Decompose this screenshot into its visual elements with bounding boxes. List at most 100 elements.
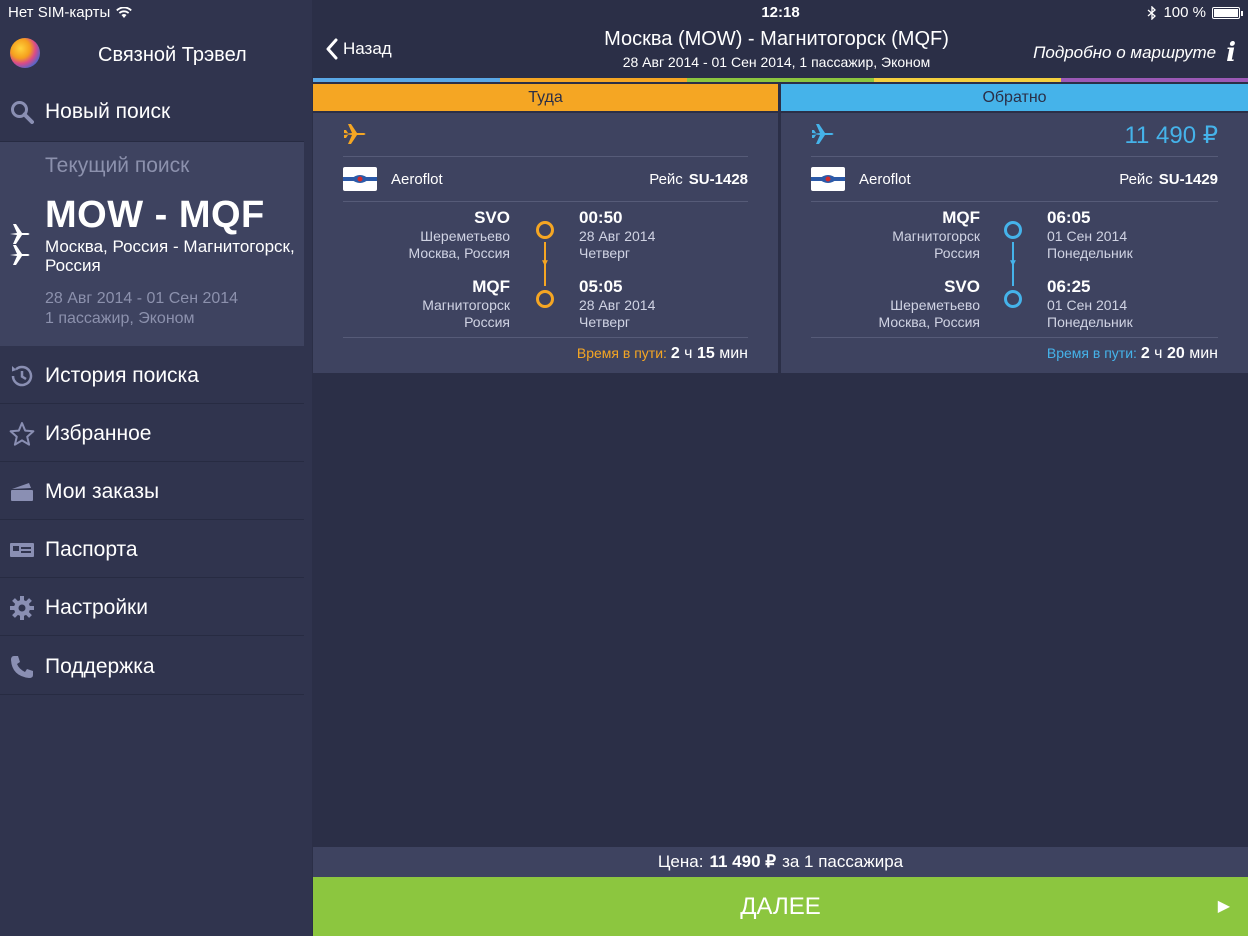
current-search-cities: Москва, Россия - Магнитогорск, Россия bbox=[45, 237, 295, 275]
sidebar-item-label: История поиска bbox=[45, 363, 199, 387]
round-trip-icon bbox=[8, 222, 32, 271]
sidebar-item-new-search[interactable]: Новый поиск bbox=[0, 82, 304, 142]
current-search-heading: Текущий поиск bbox=[45, 154, 190, 177]
duration-hours: 2 bbox=[1140, 345, 1150, 362]
play-arrow-icon: ▶ bbox=[1217, 898, 1230, 915]
flight-label: Рейс bbox=[649, 171, 683, 188]
battery-icon bbox=[1212, 6, 1243, 19]
carrier-label: Нет SIM-карты bbox=[8, 4, 111, 21]
minutes-unit: мин bbox=[719, 345, 748, 362]
sidebar-item-passports[interactable]: Паспорта bbox=[0, 522, 304, 578]
price-suffix: за 1 пассажира bbox=[782, 852, 904, 871]
price-value: 11 490 ₽ bbox=[709, 852, 777, 871]
timeline-dot bbox=[536, 290, 554, 308]
sidebar-item-history[interactable]: История поиска bbox=[0, 348, 304, 404]
arrival-segment: SVO Шереметьево Москва, Россия 06:25 01 … bbox=[781, 277, 1248, 337]
timeline-dot bbox=[536, 221, 554, 239]
arrival-day: Понедельник bbox=[1047, 314, 1133, 330]
airline-logo bbox=[343, 167, 377, 191]
divider bbox=[343, 201, 748, 202]
arrival-time: 05:05 bbox=[579, 277, 623, 296]
timeline-dot bbox=[1004, 290, 1022, 308]
color-strip bbox=[313, 78, 1248, 82]
divider bbox=[343, 156, 748, 157]
outbound-flight-card[interactable]: Aeroflot Рейс SU-1428 SVO Шереметьево Мос… bbox=[313, 113, 778, 373]
sidebar-item-favorites[interactable]: Избранное bbox=[0, 406, 304, 462]
current-search-route: MOW - MQF bbox=[45, 194, 265, 236]
duration-label: Время в пути: bbox=[576, 345, 667, 361]
passport-icon bbox=[9, 537, 35, 563]
route-details-button[interactable]: Подробно о маршруте i bbox=[1033, 38, 1236, 68]
divider bbox=[343, 337, 748, 338]
sidebar-item-label: Поддержка bbox=[45, 654, 155, 678]
status-right: 100 % bbox=[1147, 4, 1243, 21]
sidebar-item-orders[interactable]: Мои заказы bbox=[0, 464, 304, 520]
airport-city: Россия bbox=[934, 245, 980, 261]
timeline-dot bbox=[1004, 221, 1022, 239]
return-flight-card[interactable]: 11 490 ₽ Aeroflot Рейс SU-1429 MQF Магнит… bbox=[781, 113, 1248, 373]
current-search-passengers: 1 пассажир, Эконом bbox=[45, 310, 195, 327]
flight-code: SU-1429 bbox=[1158, 171, 1218, 188]
tickets-icon bbox=[9, 479, 35, 505]
search-icon bbox=[9, 99, 35, 125]
battery-percent: 100 % bbox=[1163, 4, 1206, 21]
arrival-day: Четверг bbox=[579, 314, 631, 330]
airline-logo bbox=[811, 167, 845, 191]
sidebar-item-label: Настройки bbox=[45, 595, 148, 619]
airport-code: SVO bbox=[944, 277, 980, 296]
sidebar-item-settings[interactable]: Настройки bbox=[0, 580, 304, 636]
next-label: ДАЛЕЕ bbox=[740, 893, 821, 920]
departure-day: Понедельник bbox=[1047, 245, 1133, 261]
info-icon: i bbox=[1226, 38, 1236, 68]
airport-city: Москва, Россия bbox=[878, 314, 981, 330]
airplane-icon bbox=[811, 123, 835, 150]
duration-hours: 2 bbox=[670, 345, 680, 362]
current-search-dates: 28 Авг 2014 - 01 Сен 2014 bbox=[45, 290, 239, 307]
arrival-date: 01 Сен 2014 bbox=[1047, 297, 1128, 313]
travel-duration: Время в пути: 2 ч 20 мин bbox=[1047, 345, 1218, 363]
departure-date: 01 Сен 2014 bbox=[1047, 228, 1128, 244]
departure-time: 00:50 bbox=[579, 208, 623, 227]
divider bbox=[811, 156, 1218, 157]
airport-code: MQF bbox=[942, 208, 980, 227]
minutes-unit: мин bbox=[1189, 345, 1218, 362]
flight-number: Рейс SU-1428 bbox=[649, 171, 748, 188]
sidebar-item-label: Мои заказы bbox=[45, 479, 160, 503]
divider bbox=[811, 337, 1218, 338]
airport-code: SVO bbox=[474, 208, 510, 227]
phone-icon bbox=[9, 654, 35, 680]
airline-name: Aeroflot bbox=[391, 171, 443, 188]
bluetooth-icon bbox=[1148, 5, 1157, 20]
airport-name: Шереметьево bbox=[890, 297, 980, 313]
sidebar-item-support[interactable]: Поддержка bbox=[0, 639, 304, 695]
flight-label: Рейс bbox=[1119, 171, 1153, 188]
main-panel: 12:18 100 % Назад Москва (MOW) - Магнито… bbox=[313, 0, 1248, 936]
airport-code: MQF bbox=[472, 277, 510, 296]
total-price-bar: Цена: 11 490 ₽ за 1 пассажира bbox=[313, 847, 1248, 877]
tab-return[interactable]: Обратно bbox=[781, 84, 1248, 111]
departure-date: 28 Авг 2014 bbox=[579, 228, 656, 244]
current-search-details: 28 Авг 2014 - 01 Сен 2014 1 пассажир, Эк… bbox=[45, 289, 238, 329]
departure-time: 06:05 bbox=[1047, 208, 1091, 227]
airport-name: Магнитогорск bbox=[422, 297, 510, 313]
app-title: Связной Трэвел bbox=[98, 44, 247, 66]
app-logo bbox=[10, 38, 40, 68]
airport-city: Москва, Россия bbox=[408, 245, 511, 261]
tab-outbound[interactable]: Туда bbox=[313, 84, 778, 111]
timeline-arrow-icon: ▼ bbox=[1008, 258, 1018, 269]
star-icon bbox=[9, 421, 35, 447]
airport-name: Магнитогорск bbox=[892, 228, 980, 244]
departure-day: Четверг bbox=[579, 245, 631, 261]
current-search-panel[interactable]: Текущий поиск MOW - MQF Москва, Россия -… bbox=[0, 142, 304, 346]
status-carrier: Нет SIM-карты bbox=[8, 4, 133, 21]
flight-number: Рейс SU-1429 bbox=[1119, 171, 1218, 188]
airport-name: Шереметьево bbox=[420, 228, 510, 244]
next-button[interactable]: ДАЛЕЕ ▶ bbox=[313, 877, 1248, 936]
airplane-icon bbox=[343, 123, 367, 150]
airline-name: Aeroflot bbox=[859, 171, 911, 188]
sidebar-item-label: Паспорта bbox=[45, 537, 138, 561]
hours-unit: ч bbox=[684, 345, 693, 362]
sidebar: Нет SIM-карты Связной Трэвел Новый поиск… bbox=[0, 0, 312, 936]
flight-code: SU-1428 bbox=[688, 171, 748, 188]
airport-city: Россия bbox=[464, 314, 510, 330]
